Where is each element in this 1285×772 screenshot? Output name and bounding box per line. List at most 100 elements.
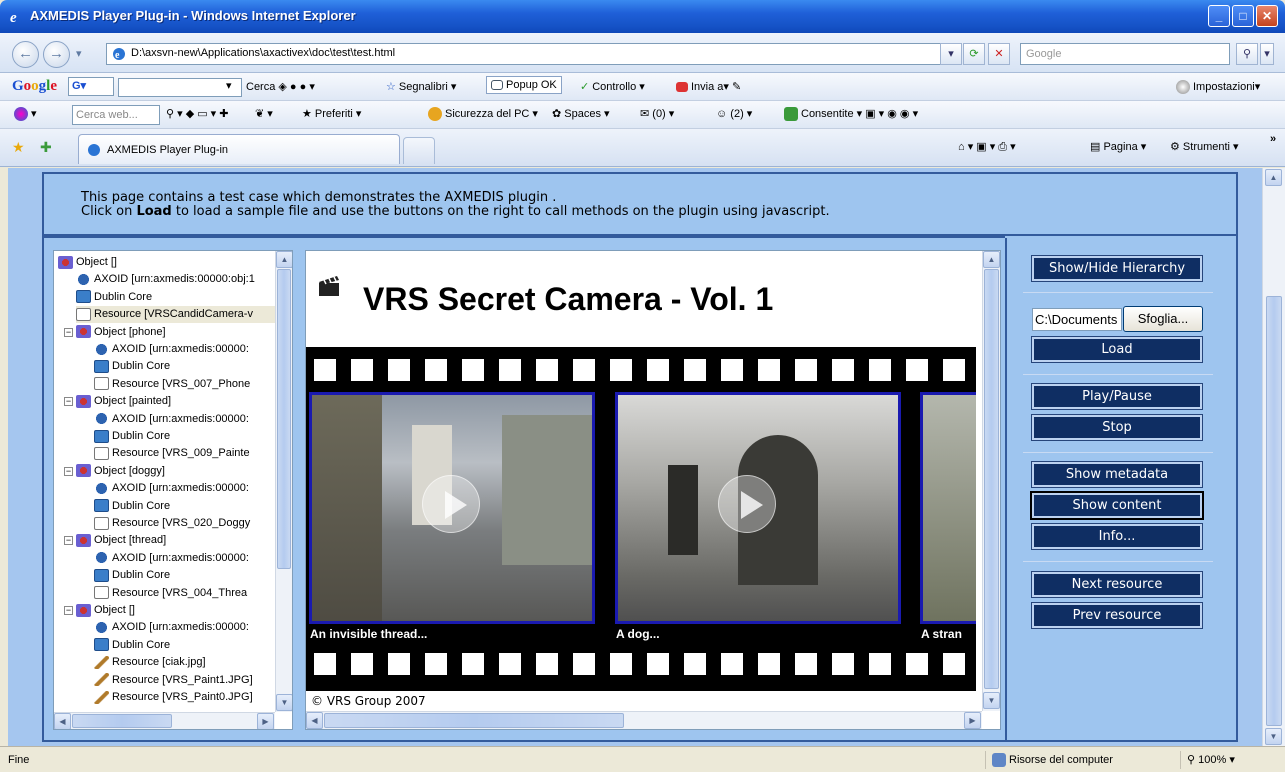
tree-node[interactable]: Resource [VRS_Paint0.JPG] — [94, 689, 276, 706]
home-icon[interactable]: ⌂ ▾ ▣ ▾ ⎙ ▾ — [958, 140, 1016, 154]
new-tab-button[interactable] — [403, 137, 435, 164]
favorites-button[interactable]: ★ Preferiti ▾ — [302, 107, 361, 120]
tree-scroll-thumb[interactable] — [277, 269, 291, 569]
messenger-button[interactable]: ☺ (2) ▾ — [716, 107, 752, 120]
search-icon[interactable]: ⚲ — [1236, 43, 1258, 65]
viewer-horizontal-scrollbar[interactable]: ◀ ▶ — [306, 711, 982, 729]
spaces-button[interactable]: ✿ Spaces ▾ — [552, 107, 610, 120]
tree-node[interactable]: Dublin Core — [94, 498, 276, 515]
show-metadata-button[interactable]: Show metadata — [1031, 461, 1203, 488]
pc-security-button[interactable]: Sicurezza del PC ▾ — [428, 107, 538, 122]
google-search-input[interactable] — [118, 78, 242, 97]
tree-horizontal-scrollbar[interactable]: ◀ ▶ — [54, 712, 275, 729]
tree-node[interactable]: AXOID [urn:axmedis:00000: — [94, 550, 276, 567]
tree-node[interactable]: Object [thread] — [76, 532, 276, 549]
tree-node[interactable]: AXOID [urn:axmedis:00000: — [94, 341, 276, 358]
mail-button[interactable]: ✉ (0) ▾ — [640, 107, 674, 120]
scroll-up-icon[interactable]: ▲ — [983, 251, 1000, 268]
forward-button[interactable]: → — [43, 41, 70, 68]
minimize-button[interactable]: _ — [1208, 5, 1230, 27]
favorites-star-icon[interactable]: ★ — [12, 139, 25, 156]
tree-collapse-toggle[interactable]: − — [64, 536, 73, 546]
msn-search-icon[interactable]: ⚲ ▾ ◆ ▭ ▾ ✚ — [166, 107, 228, 120]
tree-collapse-toggle[interactable]: − — [64, 327, 73, 337]
google-search-dropdown-icon[interactable]: ▾ — [226, 79, 232, 92]
msn-search-input[interactable]: Cerca web... — [72, 105, 160, 125]
google-settings-button[interactable]: Impostazioni▾ — [1176, 80, 1260, 95]
thumbnail-stranger[interactable] — [920, 392, 976, 624]
stop-button[interactable]: Stop — [1031, 414, 1203, 441]
tree-node[interactable]: Object [painted] — [76, 393, 276, 410]
close-button[interactable]: ✕ — [1256, 5, 1278, 27]
google-menu-button[interactable]: G▾ — [68, 77, 114, 96]
play-pause-button[interactable]: Play/Pause — [1031, 383, 1203, 410]
tree-scroll-down-icon[interactable]: ▼ — [276, 694, 292, 711]
tree-node[interactable]: Resource [VRS_009_Painte — [94, 445, 276, 462]
url-field[interactable]: e D:\axsvn-new\Applications\axactivex\do… — [106, 43, 955, 65]
add-favorite-icon[interactable]: ✚ — [40, 139, 52, 156]
tree-node[interactable]: Object [] — [58, 254, 276, 271]
refresh-icon[interactable]: ⟳ — [963, 43, 985, 65]
tree-collapse-toggle[interactable]: − — [64, 466, 73, 476]
page-scroll-thumb[interactable] — [1266, 296, 1282, 726]
tree-node[interactable]: Dublin Core — [94, 428, 276, 445]
stop-icon[interactable]: ✕ — [988, 43, 1010, 65]
maximize-button[interactable]: □ — [1232, 5, 1254, 27]
history-dropdown-icon[interactable]: ▾ — [76, 47, 82, 60]
next-resource-button[interactable]: Next resource — [1031, 571, 1203, 598]
prev-resource-button[interactable]: Prev resource — [1031, 602, 1203, 629]
tree-node[interactable]: Resource [VRS_020_Doggy — [94, 515, 276, 532]
tree-scroll-up-icon[interactable]: ▲ — [276, 251, 292, 268]
info-button[interactable]: Info... — [1031, 523, 1203, 550]
show-hide-hierarchy-button[interactable]: Show/Hide Hierarchy — [1031, 255, 1203, 282]
tree-node[interactable]: Resource [ciak.jpg] — [94, 654, 276, 671]
msn-butterfly-icon[interactable]: ❦ ▾ — [255, 107, 273, 120]
tree-node[interactable]: AXOID [urn:axmedis:00000: — [94, 619, 276, 636]
viewer-hscroll-thumb[interactable] — [324, 713, 624, 728]
tree-vertical-scrollbar[interactable]: ▲ ▼ — [275, 251, 292, 712]
send-to-button[interactable]: Invia a▾ ✎ — [676, 80, 741, 93]
tree-node[interactable]: Resource [VRS_004_Threa — [94, 585, 276, 602]
search-options-icon[interactable]: ▾ — [1260, 43, 1274, 65]
scroll-left-icon[interactable]: ◀ — [306, 712, 323, 729]
msn-logo-icon[interactable]: ▾ — [14, 107, 37, 122]
tree-node[interactable]: AXOID [urn:axmedis:00000: — [94, 480, 276, 497]
load-button[interactable]: Load — [1031, 336, 1203, 363]
tree-node[interactable]: Object [] — [76, 602, 276, 619]
tools-menu-button[interactable]: ⚙ Strumenti ▾ — [1170, 140, 1239, 153]
play-overlay-icon[interactable] — [422, 475, 480, 533]
tree-node[interactable]: Dublin Core — [94, 567, 276, 584]
tree-node[interactable]: Resource [VRS_007_Phone — [94, 376, 276, 393]
tree-scroll-right-icon[interactable]: ▶ — [257, 713, 274, 729]
tree-collapse-toggle[interactable]: − — [64, 606, 73, 615]
tree-scroll-left-icon[interactable]: ◀ — [54, 713, 71, 729]
page-scroll-down-icon[interactable]: ▼ — [1265, 728, 1282, 745]
page-menu-button[interactable]: ▤ Pagina ▾ — [1090, 140, 1146, 153]
page-vertical-scrollbar[interactable]: ▲ ▼ — [1262, 168, 1285, 746]
tree-hscroll-thumb[interactable] — [72, 714, 172, 728]
show-content-button[interactable]: Show content — [1030, 491, 1204, 520]
bookmarks-button[interactable]: ☆ Segnalibri ▾ — [386, 80, 456, 94]
url-dropdown-button[interactable]: ▾ — [940, 43, 962, 65]
search-input[interactable]: Google — [1020, 43, 1230, 65]
hierarchy-tree[interactable]: Object [] AXOID [urn:axmedis:00000:obj:1 D… — [53, 250, 293, 730]
spellcheck-button[interactable]: ✓ Controllo ▾ — [580, 80, 645, 94]
scroll-down-icon[interactable]: ▼ — [983, 692, 1000, 709]
browse-button[interactable]: Sfoglia... — [1123, 306, 1203, 332]
tree-node[interactable]: Dublin Core — [94, 637, 276, 654]
file-path-input[interactable]: C:\Documents — [1032, 308, 1122, 331]
tree-node[interactable]: Dublin Core — [76, 289, 276, 306]
tree-node[interactable]: Dublin Core — [94, 358, 276, 375]
play-overlay-icon[interactable] — [718, 475, 776, 533]
tree-node[interactable]: AXOID [urn:axmedis:00000: — [94, 411, 276, 428]
page-scroll-up-icon[interactable]: ▲ — [1265, 169, 1282, 186]
tree-node[interactable]: Object [phone] — [76, 324, 276, 341]
thumbnail-thread[interactable] — [309, 392, 595, 624]
viewer-scroll-thumb[interactable] — [984, 269, 999, 689]
tab-axmedis[interactable]: AXMEDIS Player Plug-in — [78, 134, 400, 164]
allowed-popups-button[interactable]: Consentite ▾ ▣ ▾ ◉ ◉ ▾ — [784, 107, 918, 122]
popup-blocker-button[interactable]: Popup OK — [486, 76, 562, 94]
tree-node[interactable]: Object [doggy] — [76, 463, 276, 480]
thumbnail-dog[interactable] — [615, 392, 901, 624]
viewer-vertical-scrollbar[interactable]: ▲ ▼ — [982, 251, 1000, 711]
